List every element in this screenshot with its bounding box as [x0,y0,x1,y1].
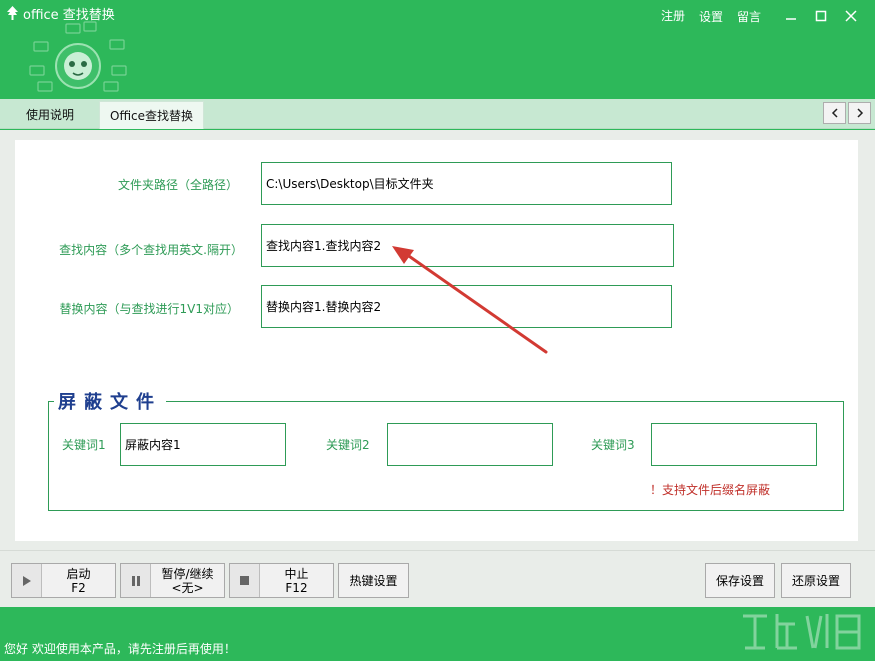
pause-resume-button[interactable]: 暂停/继续 <无> [120,563,225,598]
play-icon-holder [12,564,42,597]
folder-path-label: 文件夹路径（全路径） [117,178,238,192]
watermark-logo-icon [743,614,861,650]
maximize-button[interactable] [809,6,833,26]
mascot-logo-icon [29,21,127,92]
stop-button[interactable]: 中止 F12 [229,563,334,598]
mask-files-title: 屏蔽文件 [54,388,166,414]
tab-prev-button[interactable] [823,102,846,124]
restore-settings-button[interactable]: 还原设置 [781,563,851,598]
keyword1-input[interactable]: 屏蔽内容1 [120,423,286,466]
tab-scroll-arrows [821,102,871,124]
stop-label: 中止 [284,566,309,581]
stop-icon-holder [230,564,260,597]
folder-path-input[interactable]: C:\Users\Desktop\目标文件夹 [261,162,672,205]
tab-next-button[interactable] [848,102,871,124]
keyword3-label: 关键词3 [591,438,635,452]
keyword2-input[interactable] [387,423,553,466]
hotkey-settings-button[interactable]: 热键设置 [338,563,409,598]
replace-content-label: 替换内容（与查找进行1V1对应） [59,302,239,316]
keyword2-label: 关键词2 [326,438,370,452]
register-link[interactable]: 注册 [661,7,685,25]
start-hotkey: F2 [71,580,86,595]
pause-icon-holder [121,564,151,597]
pause-hotkey: <无> [171,580,204,595]
tab-office-find-replace[interactable]: Office查找替换 [99,101,205,129]
start-label: 启动 [66,566,91,581]
replace-content-input[interactable]: 替换内容1.替换内容2 [261,285,672,328]
chevron-right-icon [856,108,863,118]
stop-icon [240,576,249,585]
pause-icon [131,575,140,586]
minimize-icon [786,18,796,20]
message-link[interactable]: 留言 [737,8,761,25]
status-message: 您好 欢迎使用本产品，请先注册后再使用！ [4,642,236,656]
maximize-icon [815,10,827,22]
save-settings-button[interactable]: 保存设置 [705,563,775,598]
pause-label: 暂停/继续 [161,566,214,581]
find-content-input[interactable]: 查找内容1.查找内容2 [261,224,674,267]
close-icon [845,10,857,22]
keyword3-input[interactable] [651,423,817,466]
chevron-left-icon [831,108,838,118]
minimize-button[interactable] [779,6,803,26]
stop-hotkey: F12 [285,580,308,595]
title-bar: office 查找替换 注册 设置 留言 [0,0,875,99]
play-icon [22,575,31,586]
top-links: 注册 设置 留言 [647,6,863,26]
find-content-label: 查找内容（多个查找用英文.隔开） [59,243,243,257]
suffix-mask-note: ！支持文件后缀名屏蔽 [650,483,771,497]
close-button[interactable] [839,6,863,26]
start-button[interactable]: 启动 F2 [11,563,116,598]
keyword1-label: 关键词1 [62,438,106,452]
settings-link[interactable]: 设置 [699,8,723,25]
tab-instructions[interactable]: 使用说明 [16,101,84,129]
tab-bar: 使用说明 Office查找替换 [0,99,875,129]
app-tree-icon [7,6,18,20]
